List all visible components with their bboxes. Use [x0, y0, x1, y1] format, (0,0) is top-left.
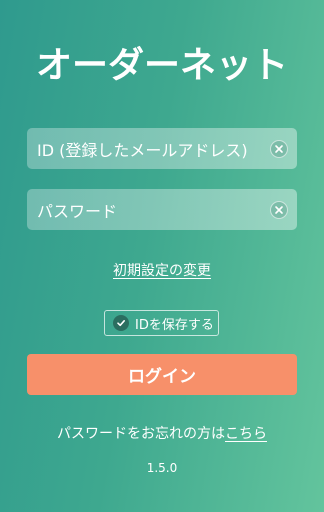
initial-settings-link[interactable]: 初期設定の変更 — [113, 263, 211, 279]
clear-password-icon[interactable] — [270, 200, 288, 219]
password-placeholder: パスワード — [37, 201, 118, 221]
check-icon — [113, 315, 129, 331]
id-field[interactable]: ID (登録したメールアドレス) — [27, 128, 297, 169]
app-version: 1.5.0 — [146, 461, 178, 475]
forgot-password-link[interactable]: こちら — [225, 426, 267, 442]
forgot-password-row: パスワードをお忘れの方はこちら — [0, 423, 324, 443]
initial-settings-row: 初期設定の変更 — [0, 260, 324, 280]
app-logo: オーダーネット — [35, 45, 288, 86]
clear-id-icon[interactable] — [270, 139, 288, 158]
login-screen: オーダーネット ID (登録したメールアドレス) パスワード 初期設定の変更 I… — [0, 0, 324, 512]
remember-id-checkbox[interactable]: IDを保存する — [104, 310, 219, 336]
remember-id-label: IDを保存する — [135, 317, 214, 333]
id-placeholder: ID (登録したメールアドレス) — [37, 140, 248, 160]
forgot-password-text: パスワードをお忘れの方は — [57, 426, 225, 442]
login-button[interactable]: ログイン — [27, 354, 297, 395]
password-field[interactable]: パスワード — [27, 189, 297, 230]
